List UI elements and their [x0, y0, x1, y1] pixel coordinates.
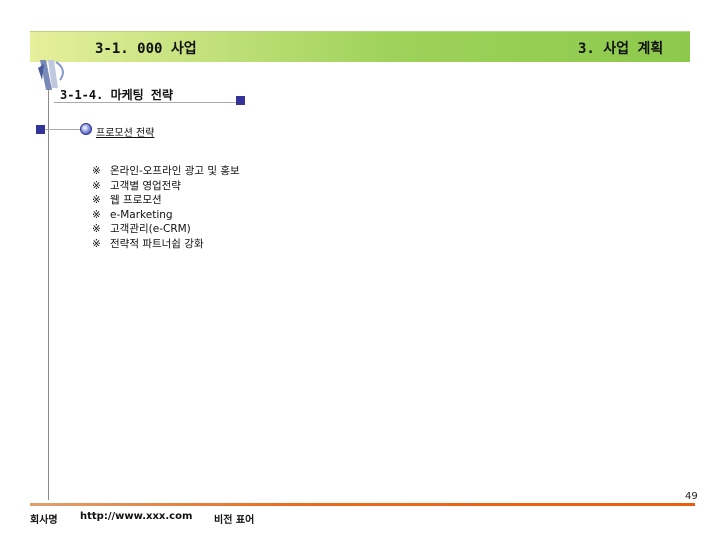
footer-company: 회사명	[30, 515, 58, 526]
reference-mark-icon: ※	[92, 223, 101, 236]
section-title: 3-1-4. 마케팅 전략	[60, 88, 173, 102]
reference-mark-icon: ※	[92, 194, 101, 207]
subheading: 프로모션 전략	[96, 128, 155, 139]
list-item: ※ 웹 프로모션	[92, 193, 240, 208]
bullet-circle-icon	[80, 123, 92, 135]
list-item-text: 온라인-오프라인 광고 및 홍보	[110, 165, 240, 177]
list-item: ※ 고객관리(e-CRM)	[92, 222, 240, 237]
page-number: 49	[685, 491, 698, 502]
list-item: ※ 온라인-오프라인 광고 및 홍보	[92, 164, 240, 179]
footer-motto: 비전 표어	[214, 515, 255, 526]
footer-url-link[interactable]: http://www.xxx.com	[80, 511, 192, 522]
reference-mark-icon: ※	[92, 179, 101, 192]
list-item-text: 전략적 파트너쉽 강화	[110, 237, 204, 250]
list-item: ※ 전략적 파트너쉽 강화	[92, 237, 240, 252]
blue-square-marker	[36, 125, 45, 134]
list-item-text: 고객별 영업전략	[110, 179, 181, 192]
blue-square-marker	[236, 96, 245, 105]
list-item-text: e-Marketing	[110, 208, 173, 221]
list-item: ※ e-Marketing	[92, 208, 240, 223]
reference-mark-icon: ※	[92, 165, 101, 177]
section-title-underline	[54, 102, 240, 103]
reference-mark-icon: ※	[92, 237, 101, 250]
list-item-text: 웹 프로모션	[110, 194, 162, 207]
reference-mark-icon: ※	[92, 208, 101, 221]
strategy-list: ※ 온라인-오프라인 광고 및 홍보 ※ 고객별 영업전략 ※ 웹 프로모션 ※ e-M…	[92, 164, 240, 252]
list-item-text: 고객관리(e-CRM)	[110, 223, 191, 236]
header-left-title: 3-1. 000 사업	[95, 41, 197, 57]
footer-rule	[30, 503, 695, 506]
connector-line	[45, 129, 85, 130]
header-right-title: 3. 사업 계획	[578, 41, 664, 57]
left-vertical-rule	[48, 88, 49, 500]
list-item: ※ 고객별 영업전략	[92, 179, 240, 194]
